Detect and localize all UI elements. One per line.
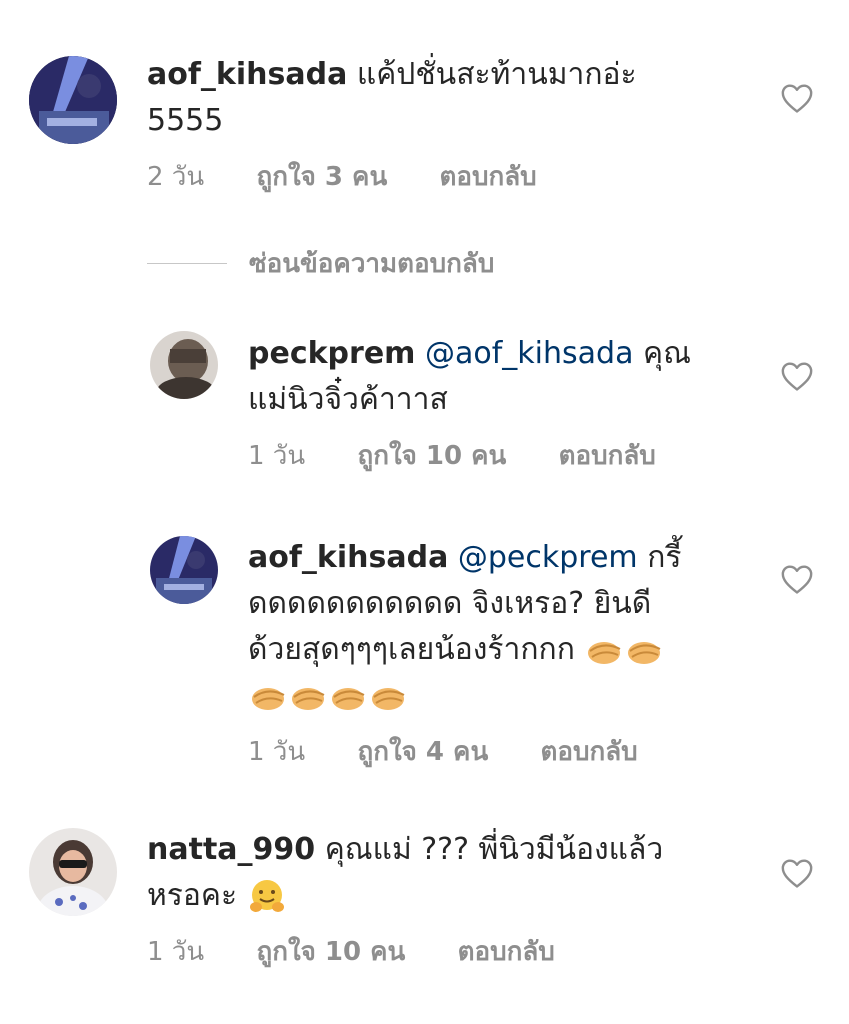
avatar-image [150, 536, 218, 604]
comment-text-line: ด้วยสุดๆๆๆเลยน้องร้ากกก [248, 632, 575, 667]
comment-time: 1 วัน [248, 441, 306, 471]
likes-count[interactable]: ถูกใจ 4 คน [357, 731, 488, 772]
comment-time: 2 วัน [147, 162, 205, 192]
heart-outline-icon [781, 859, 813, 888]
divider-line [147, 262, 227, 264]
comment-username[interactable]: aof_kihsada [248, 540, 448, 575]
comment-text-line: แค้ปชั่นสะท้านมากอ่ะ [356, 57, 637, 92]
like-button[interactable] [780, 82, 814, 114]
avatar-image [29, 56, 117, 144]
reply-button[interactable]: ตอบกลับ [440, 156, 537, 197]
comment-text-line: 5555 [147, 103, 224, 138]
comment-username[interactable]: aof_kihsada [147, 57, 347, 92]
comment-meta: 1 วัน ถูกใจ 10 คน ตอบกลับ [147, 931, 767, 972]
like-button[interactable] [780, 857, 814, 889]
like-button[interactable] [780, 360, 814, 392]
avatar[interactable] [29, 828, 117, 916]
heart-outline-icon [781, 84, 813, 113]
hugging-face-emoji [249, 879, 284, 912]
mention-link[interactable]: @aof_kihsada [425, 336, 633, 371]
clapping-hands-emoji [628, 641, 661, 664]
clapping-hands-emoji [588, 641, 621, 664]
reply-button[interactable]: ตอบกลับ [541, 731, 638, 772]
comment-time: 1 วัน [147, 937, 205, 967]
likes-count[interactable]: ถูกใจ 10 คน [357, 435, 506, 476]
avatar[interactable] [150, 536, 218, 604]
hide-replies-toggle[interactable]: ซ่อนข้อความตอบกลับ [147, 246, 494, 280]
likes-count[interactable]: ถูกใจ 3 คน [256, 156, 387, 197]
avatar-image [29, 828, 117, 916]
comment-username[interactable]: natta_990 [147, 832, 315, 867]
comment-meta: 2 วัน ถูกใจ 3 คน ตอบกลับ [147, 156, 767, 197]
likes-count[interactable]: ถูกใจ 10 คน [256, 931, 405, 972]
comment-text: natta_990 คุณแม่ ??? พี่นิวมีน้องแล้ว หร… [147, 827, 767, 919]
reply-button[interactable]: ตอบกลับ [458, 931, 555, 972]
comment-meta: 1 วัน ถูกใจ 4 คน ตอบกลับ [248, 731, 768, 772]
comment-meta: 1 วัน ถูกใจ 10 คน ตอบกลับ [248, 435, 768, 476]
comment-text-line: กรี้ [647, 540, 682, 575]
avatar[interactable] [150, 331, 218, 399]
clapping-hands-emoji [372, 687, 405, 710]
comment-text-line: แม่นิวจิ๋วค้าาาส [248, 382, 448, 417]
heart-outline-icon [781, 362, 813, 391]
comment-text: aof_kihsada แค้ปชั่นสะท้านมากอ่ะ 5555 [147, 52, 767, 144]
comment-text-line: ดดดดดดดดดดด จิงเหรอ? ยินดี [248, 586, 652, 621]
hide-replies-label: ซ่อนข้อความตอบกลับ [249, 248, 495, 279]
reply-button[interactable]: ตอบกลับ [559, 435, 656, 476]
comment-username[interactable]: peckprem [248, 336, 415, 371]
mention-link[interactable]: @peckprem [458, 540, 638, 575]
heart-outline-icon [781, 565, 813, 594]
clapping-hands-emoji [292, 687, 325, 710]
avatar[interactable] [29, 56, 117, 144]
comment-text: aof_kihsada @peckprem กรี้ ดดดดดดดดดดด จ… [248, 535, 768, 719]
clapping-hands-emoji [252, 687, 285, 710]
comment-text-line: คุณแม่ ??? พี่นิวมีน้องแล้ว [324, 832, 664, 867]
comment-text-line: หรอคะ [147, 878, 238, 913]
clapping-hands-emoji [332, 687, 365, 710]
comment-text-line: คุณ [643, 336, 691, 371]
comment-time: 1 วัน [248, 737, 306, 767]
comment-text: peckprem @aof_kihsada คุณ แม่นิวจิ๋วค้าา… [248, 331, 768, 423]
like-button[interactable] [780, 563, 814, 595]
avatar-image [150, 331, 218, 399]
